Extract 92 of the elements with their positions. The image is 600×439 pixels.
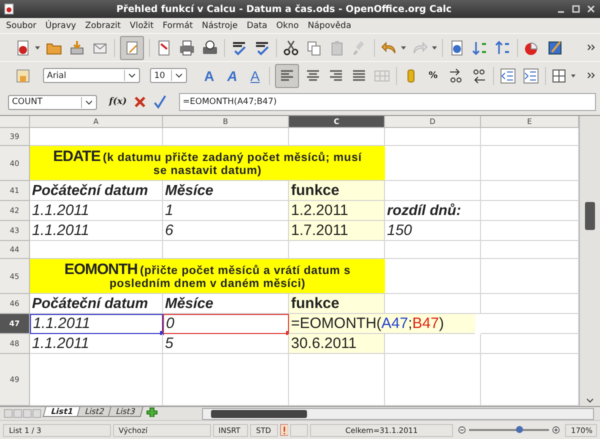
table-cell[interactable]: 150: [385, 221, 481, 241]
horizontal-scrollbar[interactable]: [202, 408, 594, 420]
name-box[interactable]: COUNT: [8, 94, 97, 110]
menu-item[interactable]: Okno: [276, 20, 299, 30]
more-icon[interactable]: [586, 70, 596, 80]
underline-button[interactable]: A: [246, 68, 264, 84]
spellcheck-icon[interactable]: [231, 40, 247, 56]
menu-item[interactable]: Formát: [162, 20, 193, 30]
scissors-icon[interactable]: [283, 40, 299, 56]
table-cell[interactable]: 1.1.2011: [30, 201, 163, 221]
scroll-thumb[interactable]: [211, 410, 307, 418]
table-cell[interactable]: =EOMONTH(A47;B47): [289, 314, 475, 334]
sheet-tab[interactable]: List3: [108, 407, 144, 417]
edit-mode-button[interactable]: [120, 36, 144, 60]
add-sheet-icon[interactable]: [146, 407, 158, 417]
undo-icon[interactable]: [381, 40, 397, 56]
heading-text: EDATE (k datumu přičte zadaný počet měsíců; musí se nastavit datum): [52, 148, 363, 178]
accept-icon[interactable]: [152, 95, 167, 109]
function-wizard-button[interactable]: f(x): [109, 97, 127, 107]
align-left-button[interactable]: [274, 64, 299, 88]
align-right-icon[interactable]: [328, 68, 344, 84]
borders-icon[interactable]: [551, 68, 568, 84]
maximize-button[interactable]: [571, 4, 581, 14]
chart-icon[interactable]: [524, 40, 540, 56]
table-cell[interactable]: funkce: [289, 294, 385, 314]
menu-item[interactable]: Data: [246, 20, 268, 30]
bold-button[interactable]: A: [200, 68, 218, 84]
table-cell[interactable]: [385, 241, 481, 259]
edit-icon: [124, 40, 140, 56]
menu-item[interactable]: Nápověda: [308, 20, 352, 30]
app-icon: [4, 3, 14, 15]
paste-icon[interactable]: [329, 40, 345, 56]
font-size-field[interactable]: 10: [150, 68, 188, 83]
copy-icon[interactable]: [306, 40, 322, 56]
window-title: Přehled funkcí v Calcu - Datum a čas.ods - OpenOffice.org Calc: [115, 4, 453, 14]
table-cell[interactable]: [385, 181, 481, 201]
caret-icon[interactable]: [35, 46, 40, 50]
table-cell[interactable]: 1.7.2011: [289, 221, 385, 241]
table-cell[interactable]: 1.2.2011: [289, 201, 385, 221]
menu-item[interactable]: Vložit: [130, 20, 154, 30]
increase-indent-icon[interactable]: [522, 68, 538, 84]
thousands-separator-icon[interactable]: [448, 68, 464, 84]
vertical-scrollbar[interactable]: [579, 116, 600, 406]
table-cell[interactable]: [385, 128, 481, 146]
menu-item[interactable]: Nástroje: [202, 20, 238, 30]
sort-ascending-icon[interactable]: [472, 40, 488, 56]
document-icon[interactable]: [15, 40, 31, 56]
sort-descending-icon[interactable]: [495, 40, 511, 56]
status-panel: [290, 424, 308, 436]
cancel-icon[interactable]: [132, 95, 147, 109]
zoom-out-icon[interactable]: [458, 426, 466, 434]
table-cell[interactable]: funkce: [289, 181, 385, 201]
table-cell[interactable]: 30.6.2011: [289, 334, 385, 354]
table-cell[interactable]: Počáteční datum: [30, 181, 163, 201]
table-cell[interactable]: [385, 146, 481, 181]
percent-button[interactable]: %: [424, 70, 442, 80]
menu-item[interactable]: Zobrazit: [85, 20, 121, 30]
scroll-thumb[interactable]: [585, 202, 595, 230]
download-icon[interactable]: [69, 40, 85, 56]
table-cell[interactable]: [385, 334, 481, 354]
table-cell[interactable]: 1.1.2011: [30, 221, 163, 241]
align-left-icon: [278, 68, 295, 84]
close-button[interactable]: [586, 4, 596, 14]
align-center-icon[interactable]: [304, 68, 321, 84]
print-preview-icon[interactable]: [202, 40, 218, 56]
heading-text: EOMONTH (přičte počet měsíců a vrátí datum s posledním dnem v daném měsíci): [63, 260, 352, 292]
table-cell[interactable]: 0: [163, 314, 289, 334]
table-cell[interactable]: 1.1.2011: [30, 334, 163, 354]
printer-icon[interactable]: [179, 40, 195, 56]
menu-item[interactable]: Úpravy: [45, 20, 76, 30]
more-icon[interactable]: [586, 42, 596, 52]
table-cell[interactable]: Počáteční datum: [30, 294, 163, 314]
merge-cells-icon[interactable]: [374, 68, 390, 84]
formula-input[interactable]: =EOMONTH(A47;B47): [178, 93, 596, 111]
scroll-down-icon[interactable]: [586, 398, 594, 403]
caret-icon[interactable]: [401, 46, 406, 50]
zoom-in-icon[interactable]: [552, 426, 560, 434]
warning-icon: [280, 424, 288, 436]
decimal-icon[interactable]: [470, 68, 487, 84]
pdf-icon[interactable]: [156, 40, 172, 56]
table-cell[interactable]: rozdíl dnů:: [385, 201, 481, 221]
sheet-tab[interactable]: List1: [42, 407, 82, 417]
font-name-field[interactable]: Arial: [43, 68, 140, 83]
decrease-indent-icon[interactable]: [500, 68, 516, 84]
italic-button[interactable]: A: [223, 68, 242, 84]
caret-icon[interactable]: [571, 74, 576, 78]
menu-item[interactable]: Soubor: [6, 20, 36, 30]
table-cell[interactable]: 1.1.2011: [30, 314, 163, 334]
justify-icon[interactable]: [350, 68, 367, 84]
caret-icon[interactable]: [432, 46, 437, 50]
table-cell[interactable]: [385, 259, 481, 294]
spellcheck-icon[interactable]: [254, 40, 270, 56]
